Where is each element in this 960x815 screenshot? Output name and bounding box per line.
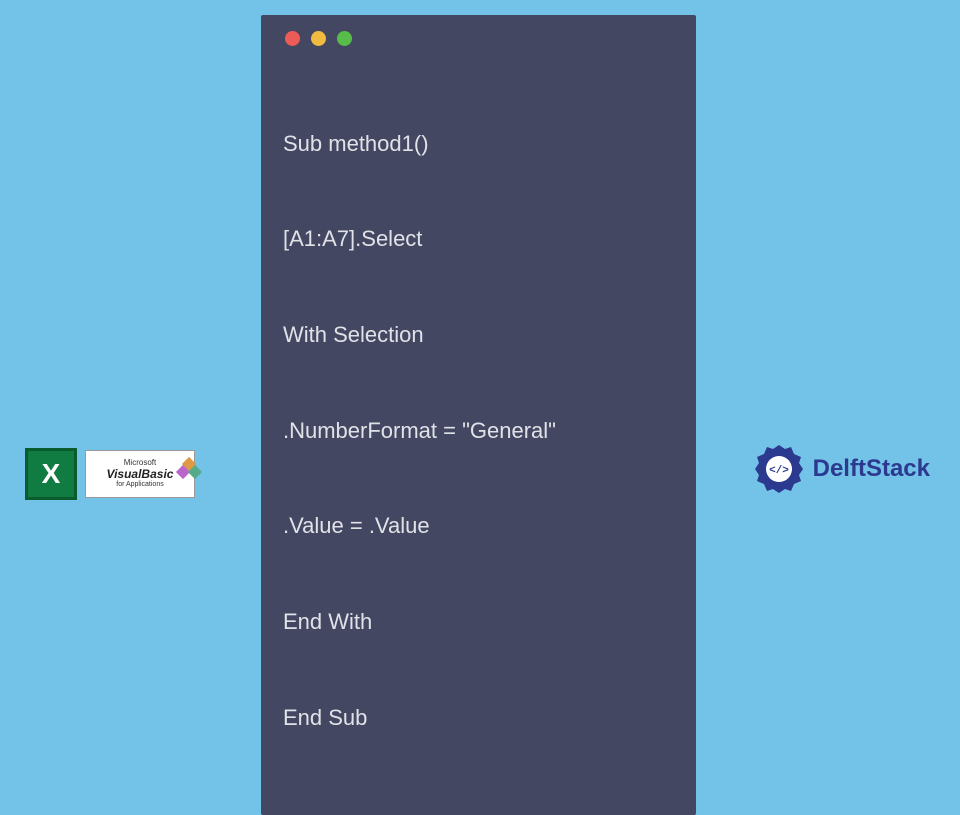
excel-vba-logo-group: X Microsoft VisualBasic for Applications: [25, 448, 195, 500]
excel-letter: X: [42, 458, 61, 490]
window-traffic-lights: [283, 31, 674, 46]
code-line: .NumberFormat = "General": [283, 415, 674, 447]
maximize-icon: [337, 31, 352, 46]
code-line: End Sub: [283, 702, 674, 734]
excel-icon: X: [25, 448, 77, 500]
code-line: [A1:A7].Select: [283, 223, 674, 255]
visual-basic-badge: Microsoft VisualBasic for Applications: [85, 450, 195, 498]
delftstack-label: DelftStack: [813, 455, 930, 483]
svg-text:</>: </>: [769, 465, 789, 477]
code-line: With Selection: [283, 319, 674, 351]
close-icon: [285, 31, 300, 46]
vb-title-label: VisualBasic: [107, 468, 174, 481]
code-line: Sub method1(): [283, 128, 674, 160]
gear-icon: </>: [753, 443, 805, 495]
code-line: .Value = .Value: [283, 510, 674, 542]
vb-sub-label: for Applications: [116, 481, 163, 489]
code-block: Sub method1() [A1:A7].Select With Select…: [283, 64, 674, 797]
code-line: End With: [283, 606, 674, 638]
code-window: Sub method1() [A1:A7].Select With Select…: [261, 15, 696, 815]
vb-cubes-icon: [176, 457, 202, 483]
minimize-icon: [311, 31, 326, 46]
delftstack-logo: </> DelftStack: [753, 443, 930, 495]
